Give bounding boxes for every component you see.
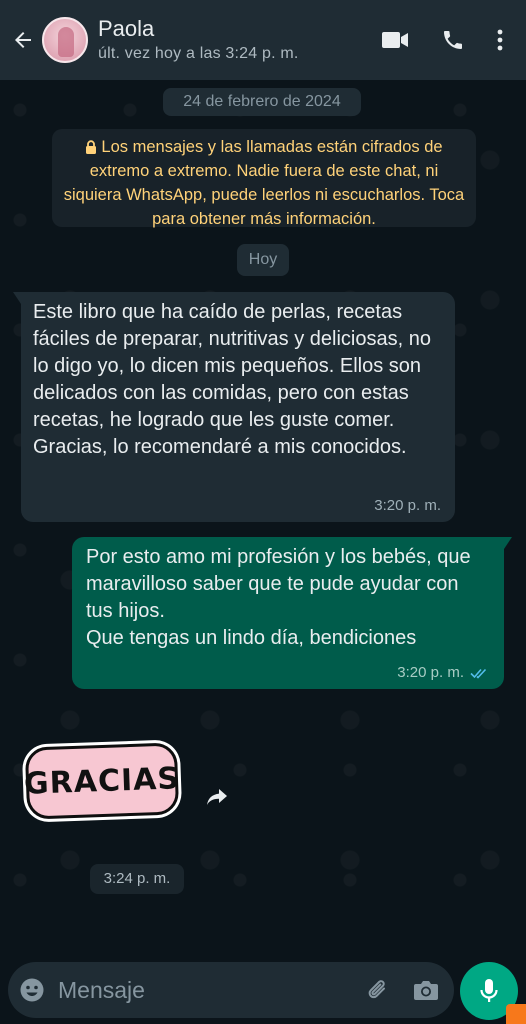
incoming-message[interactable]: Este libro que ha caído de perlas, recet… [13, 292, 455, 522]
encryption-notice-text: Los mensajes y las llamadas están cifrad… [63, 138, 465, 228]
video-call-icon [382, 32, 408, 48]
voice-call-button[interactable] [424, 16, 482, 64]
contact-info[interactable]: Paola últ. vez hoy a las 3:24 p. m. [98, 15, 366, 65]
attach-button[interactable] [354, 962, 402, 1018]
contact-name: Paola [98, 16, 155, 41]
camera-icon [414, 981, 438, 1000]
notification-badge [506, 1004, 526, 1024]
back-arrow-icon [15, 32, 31, 48]
sticker-message[interactable]: GRACIAS [23, 742, 182, 821]
message-text: Este libro que ha caído de perlas, recet… [33, 301, 431, 458]
message-composer [8, 962, 454, 1018]
paperclip-icon [368, 980, 385, 999]
date-chip: 24 de febrero de 2024 [163, 88, 361, 116]
microphone-icon [480, 979, 498, 1002]
camera-button[interactable] [402, 962, 450, 1018]
gracias-sticker: GRACIAS [23, 742, 181, 820]
emoji-icon [20, 978, 44, 1002]
avatar-image [58, 27, 74, 57]
message-input[interactable] [56, 962, 354, 1018]
more-options-button[interactable] [482, 16, 518, 64]
voice-call-icon [444, 31, 462, 49]
video-call-button[interactable] [366, 16, 424, 64]
double-check-icon [470, 668, 487, 679]
outgoing-message[interactable]: Por esto amo mi profesión y los bebés, q… [72, 537, 512, 689]
forward-button[interactable] [204, 786, 232, 810]
forward-icon [207, 789, 227, 805]
message-text: Por esto amo mi profesión y los bebés, q… [86, 546, 471, 649]
more-options-icon [497, 29, 503, 51]
chat-header: Paola últ. vez hoy a las 3:24 p. m. [0, 0, 526, 80]
message-time: 3:20 p. m. [374, 497, 441, 514]
message-time: 3:20 p. m. [397, 664, 464, 681]
emoji-button[interactable] [8, 962, 56, 1018]
avatar[interactable] [42, 17, 88, 63]
lock-icon [86, 140, 97, 154]
last-seen-status: últ. vez hoy a las 3:24 p. m. [98, 45, 299, 62]
back-button[interactable] [4, 0, 42, 80]
sticker-text: GRACIAS [23, 760, 181, 802]
sticker-time: 3:24 p. m. [90, 864, 184, 894]
today-chip: Hoy [237, 244, 289, 276]
encryption-notice[interactable]: Los mensajes y las llamadas están cifrad… [52, 129, 476, 228]
